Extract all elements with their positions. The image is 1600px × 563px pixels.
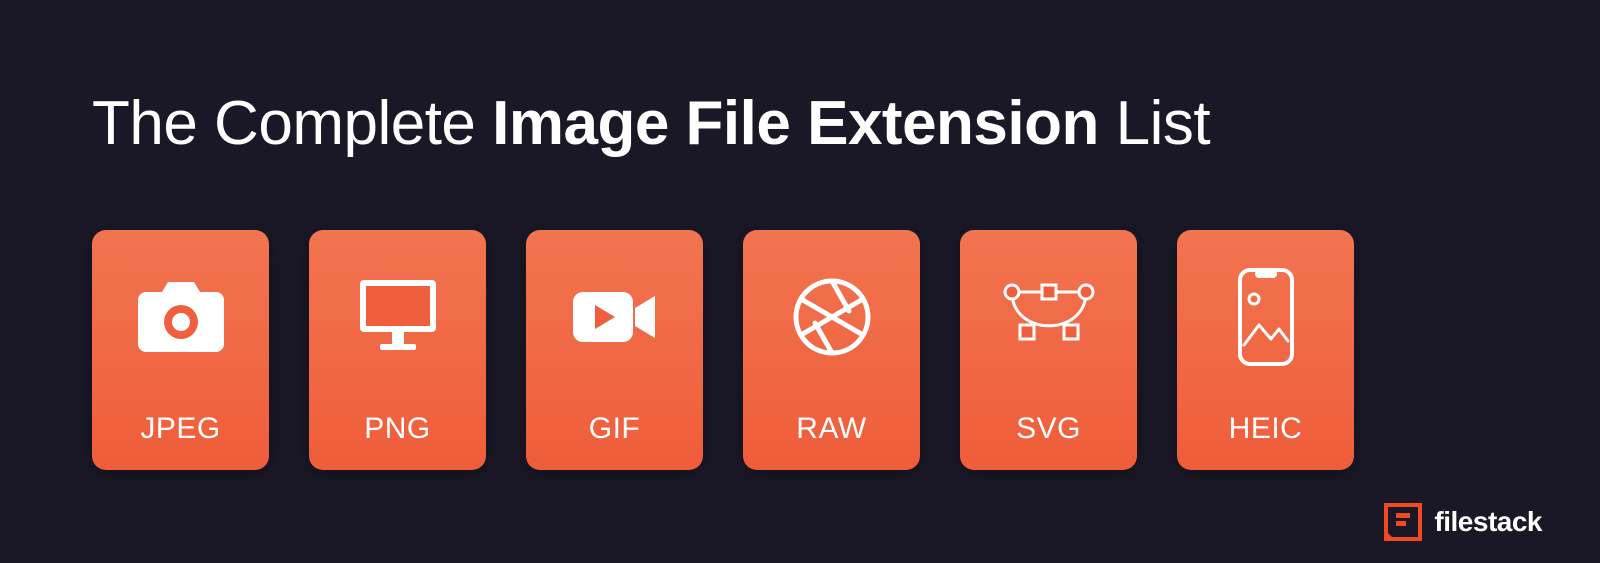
card-svg[interactable]: SVG — [960, 230, 1137, 470]
video-icon — [526, 272, 703, 362]
brand-name: filestack — [1434, 506, 1542, 538]
card-jpeg[interactable]: JPEG — [92, 230, 269, 470]
aperture-icon — [743, 272, 920, 362]
camera-icon — [92, 272, 269, 362]
filestack-mark-icon — [1384, 503, 1422, 541]
card-label: GIF — [589, 412, 641, 446]
phone-image-icon — [1177, 272, 1354, 362]
card-gif[interactable]: GIF — [526, 230, 703, 470]
brand-logo[interactable]: filestack — [1384, 503, 1542, 541]
bezier-icon — [960, 272, 1137, 362]
card-heic[interactable]: HEIC — [1177, 230, 1354, 470]
title-suffix: List — [1099, 89, 1210, 158]
card-label: SVG — [1016, 412, 1081, 446]
page-title: The Complete Image File Extension List — [92, 88, 1210, 159]
title-bold: Image File Extension — [492, 89, 1099, 158]
monitor-icon — [309, 272, 486, 362]
card-png[interactable]: PNG — [309, 230, 486, 470]
card-label: JPEG — [140, 412, 220, 446]
card-label: PNG — [364, 412, 431, 446]
title-prefix: The Complete — [92, 89, 492, 158]
card-label: HEIC — [1229, 412, 1303, 446]
card-list: JPEG PNG GIF — [92, 230, 1354, 470]
card-raw[interactable]: RAW — [743, 230, 920, 470]
card-label: RAW — [796, 412, 866, 446]
